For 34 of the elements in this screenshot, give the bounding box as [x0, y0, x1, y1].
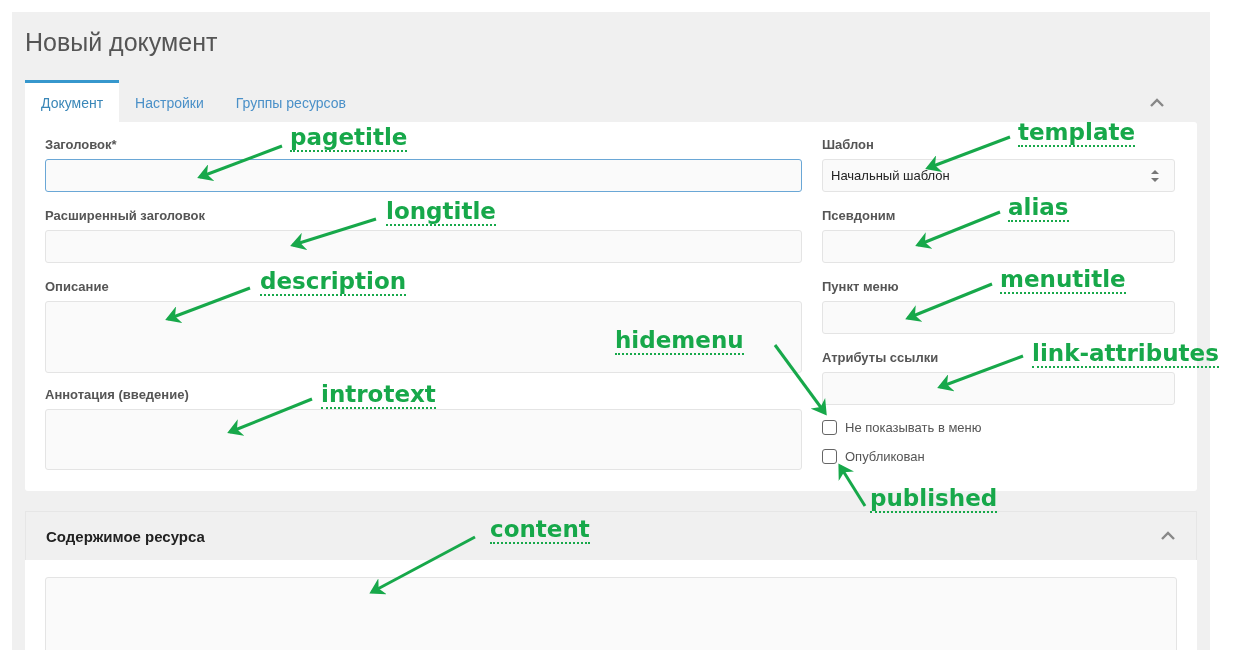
tab[interactable]: Группы ресурсов [219, 80, 362, 122]
collapse-icon[interactable] [1149, 98, 1165, 108]
annotation-label: alias [1008, 194, 1069, 222]
annotation-label: published [870, 485, 998, 513]
annotation-label: link-attributes [1032, 340, 1219, 368]
annotation-label: menutitle [1000, 266, 1126, 294]
field-label: Заголовок* [45, 137, 117, 154]
field-label: Псевдоним [822, 208, 896, 225]
sort-arrows-icon [1150, 168, 1160, 183]
tab[interactable]: Документ [25, 80, 120, 122]
field-label: Пункт меню [822, 279, 899, 296]
checkbox-label: Не показывать в меню [845, 420, 982, 435]
annotation-label: content [490, 516, 590, 544]
field-label: Расширенный заголовок [45, 208, 206, 225]
annotation-label: longtitle [386, 198, 496, 226]
annotation-label: description [260, 268, 407, 296]
input-field[interactable] [45, 159, 802, 192]
annotation-label: hidemenu [615, 327, 744, 355]
field-label: Атрибуты ссылки [822, 350, 939, 367]
page-title: Новый документ [25, 28, 219, 58]
tab[interactable]: Настройки [119, 80, 220, 122]
section-title: Содержимое ресурса [46, 527, 205, 545]
checkbox[interactable] [822, 420, 837, 435]
field-label: Описание [45, 279, 109, 296]
collapse-icon[interactable] [1160, 531, 1176, 541]
checkbox[interactable] [822, 449, 837, 464]
annotation-label: pagetitle [290, 124, 408, 152]
annotation-arrow [838, 463, 867, 507]
template-select[interactable]: Начальный шаблон [822, 159, 1175, 192]
field-label: Аннотация (введение) [45, 387, 189, 404]
checkbox-label: Опубликован [845, 449, 925, 464]
annotation-label: template [1018, 119, 1136, 147]
annotation-label: introtext [321, 381, 436, 409]
field-label: Шаблон [822, 137, 874, 154]
